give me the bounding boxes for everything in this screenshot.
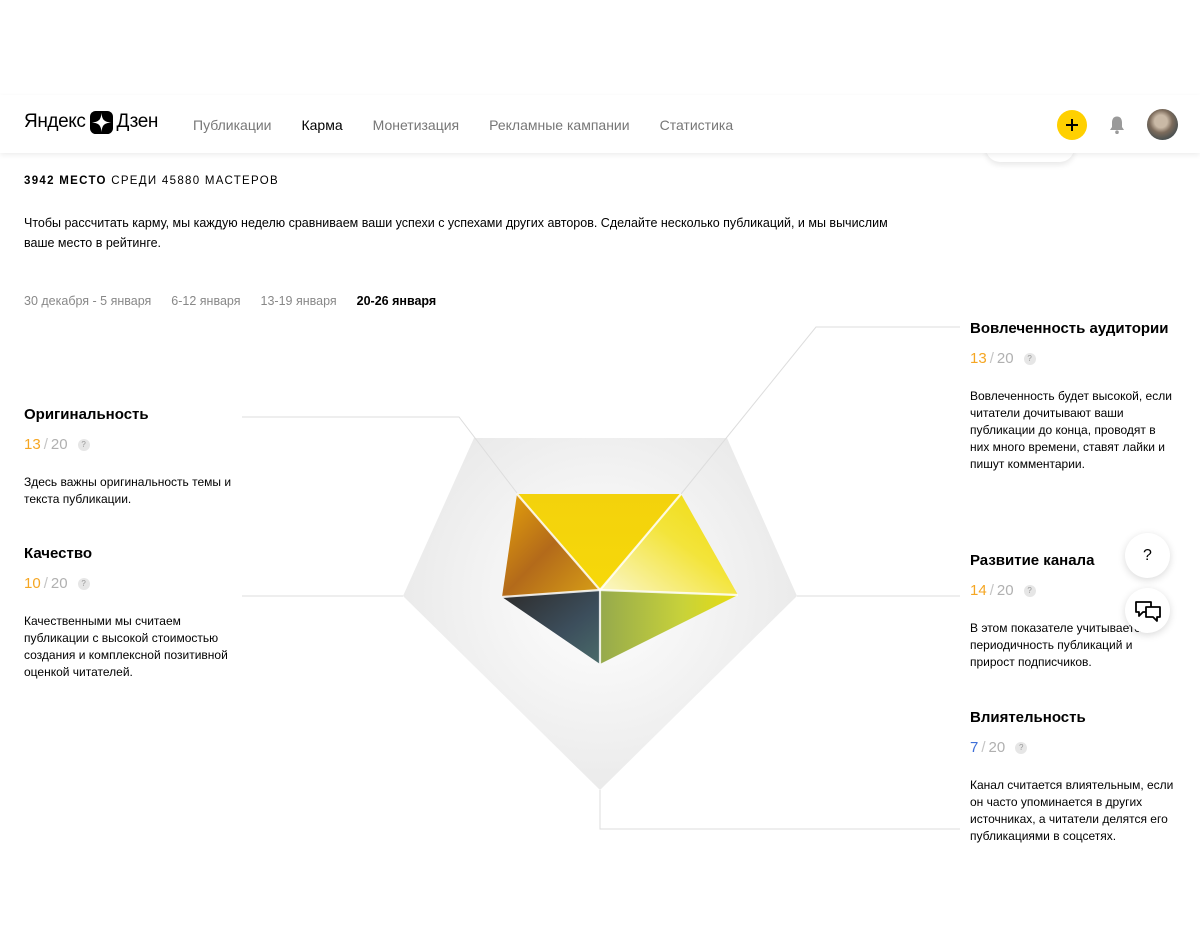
metric-score: 10 / 20 ? bbox=[24, 575, 229, 592]
score-value: 13 bbox=[970, 350, 987, 367]
metric-description: Вовлеченность будет высокой, если читате… bbox=[970, 389, 1172, 471]
metric-description: Здесь важны оригинальность темы и текста… bbox=[24, 475, 232, 506]
metric-description: Канал считается влиятельным, если он час… bbox=[970, 778, 1174, 843]
main-nav: Публикации Карма Монетизация Рекламные к… bbox=[193, 117, 763, 133]
score-separator: / bbox=[981, 739, 986, 756]
metric-title: Развитие канала bbox=[970, 552, 1095, 569]
nav-ad-campaigns[interactable]: Рекламные кампании bbox=[489, 117, 629, 133]
help-icon[interactable]: ? bbox=[1023, 584, 1036, 597]
score-max: 20 bbox=[988, 739, 1006, 756]
metric-title: Качество bbox=[24, 545, 93, 562]
add-button[interactable] bbox=[1057, 110, 1087, 140]
score-separator: / bbox=[989, 582, 994, 599]
metric-score: 14 / 20 ? bbox=[970, 582, 1150, 599]
score-separator: / bbox=[43, 436, 48, 453]
metric-score: 13 / 20 ? bbox=[970, 350, 1178, 367]
leader-influence bbox=[599, 790, 960, 830]
metric-score: 13 / 20 ? bbox=[24, 436, 234, 453]
logo-text-zen: Дзен bbox=[116, 111, 159, 132]
plus-icon bbox=[1066, 119, 1078, 131]
score-max: 20 bbox=[50, 436, 68, 453]
score-max: 20 bbox=[50, 575, 68, 592]
score-value: 14 bbox=[970, 582, 987, 599]
help-icon[interactable]: ? bbox=[77, 577, 90, 590]
metric-title: Вовлеченность аудитории bbox=[970, 320, 1169, 337]
bell-icon[interactable] bbox=[1108, 115, 1126, 135]
metric-score: 7 / 20 ? bbox=[970, 739, 1178, 756]
metric-influence: Влиятельность 7 / 20 ? Канал считается в… bbox=[970, 709, 1178, 845]
score-max: 20 bbox=[996, 350, 1014, 367]
nav-statistics[interactable]: Статистика bbox=[660, 117, 734, 133]
help-icon[interactable]: ? bbox=[1015, 741, 1028, 754]
top-header: Яндекс Дзен Публикации Карма Монетизация… bbox=[0, 95, 1200, 153]
nav-karma[interactable]: Карма bbox=[301, 117, 342, 133]
score-value: 7 bbox=[970, 739, 979, 756]
metric-description: Качественными мы считаем публикации с вы… bbox=[24, 614, 228, 679]
logo[interactable]: Яндекс Дзен bbox=[24, 109, 158, 135]
metric-title: Влиятельность bbox=[970, 709, 1086, 726]
metric-engagement: Вовлеченность аудитории 13 / 20 ? Вовлеч… bbox=[970, 320, 1178, 473]
score-max: 20 bbox=[996, 582, 1014, 599]
help-float-button[interactable]: ? bbox=[1125, 533, 1170, 578]
metric-quality: Качество 10 / 20 ? Качественными мы счит… bbox=[24, 545, 229, 681]
metric-channel-growth: Развитие канала 14 / 20 ? В этом показат… bbox=[970, 552, 1150, 671]
help-icon[interactable]: ? bbox=[1023, 352, 1036, 365]
score-value: 13 bbox=[24, 436, 41, 453]
chat-bubbles-icon bbox=[1134, 600, 1161, 622]
metric-title: Оригинальность bbox=[24, 406, 149, 423]
avatar[interactable] bbox=[1147, 109, 1178, 140]
metric-originality: Оригинальность 13 / 20 ? Здесь важны ори… bbox=[24, 406, 234, 508]
score-separator: / bbox=[989, 350, 994, 367]
logo-text-yandex: Яндекс bbox=[24, 111, 86, 132]
metric-description: В этом показателе учитывается периодично… bbox=[970, 621, 1147, 669]
chat-float-button[interactable] bbox=[1125, 588, 1170, 633]
nav-monetization[interactable]: Монетизация bbox=[373, 117, 460, 133]
score-value: 10 bbox=[24, 575, 41, 592]
help-icon[interactable]: ? bbox=[77, 438, 90, 451]
question-icon: ? bbox=[1143, 546, 1152, 564]
score-separator: / bbox=[43, 575, 48, 592]
nav-publications[interactable]: Публикации bbox=[193, 117, 271, 133]
zen-logo-icon bbox=[89, 110, 113, 134]
